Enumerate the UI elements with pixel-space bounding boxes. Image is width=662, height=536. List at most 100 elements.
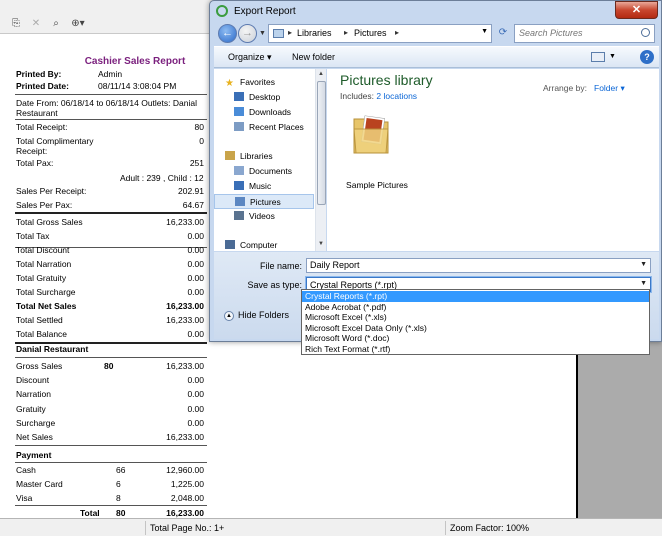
nav-item-downloads[interactable]: Downloads [214, 105, 314, 120]
folder-icon[interactable] [351, 113, 391, 157]
nav-item-label: Computer [240, 240, 278, 250]
total-row-value: 0.00 [187, 273, 204, 283]
documents-icon [234, 166, 244, 175]
divider [15, 357, 207, 358]
recent-locations-dropdown[interactable]: ▼ [259, 30, 266, 37]
save-as-type-label: Save as type: [247, 280, 302, 290]
arrange-by-label: Arrange by: [543, 83, 587, 93]
payment-row-label: Cash [16, 465, 36, 475]
breadcrumb-separator-icon[interactable]: ▸ [344, 28, 348, 37]
nav-item-pictures[interactable]: Pictures [214, 194, 314, 209]
breadcrumb-separator-icon[interactable]: ▸ [288, 28, 292, 37]
date-range-line2: Restaurant [16, 108, 58, 118]
sample-pictures-label[interactable]: Sample Pictures [337, 180, 417, 190]
total-row-value: 0.00 [187, 259, 204, 269]
pictures-icon [235, 197, 245, 206]
outlet-row-value: 16,233.00 [166, 432, 204, 442]
nav-item-desktop[interactable]: Desktop [214, 90, 314, 105]
locations-link[interactable]: 2 locations [376, 91, 417, 101]
nav-item-recent-places[interactable]: Recent Places [214, 120, 314, 135]
nav-item-libraries[interactable]: Libraries [214, 149, 314, 164]
forward-button[interactable]: → [238, 24, 257, 43]
nav-item-computer[interactable]: Computer [214, 238, 314, 253]
file-name-input[interactable] [310, 260, 630, 270]
file-type-option[interactable]: Microsoft Excel (*.xls) [302, 312, 649, 323]
find-icon[interactable]: ⌕ [50, 18, 62, 29]
nav-item-favorites[interactable]: ★ Favorites [214, 75, 314, 90]
outlet-row-value: 0.00 [187, 403, 204, 414]
computer-icon [225, 240, 235, 249]
total-row-label: Total Discount [16, 245, 70, 255]
breadcrumb-pictures[interactable]: Pictures [354, 28, 387, 38]
payment-total-value: 16,233.00 [166, 508, 204, 518]
help-icon[interactable]: ? [640, 50, 654, 64]
nav-item-videos[interactable]: Videos [214, 209, 314, 224]
view-dropdown-icon[interactable]: ▼ [609, 53, 616, 60]
file-type-option[interactable]: Microsoft Word (*.doc) [302, 333, 649, 344]
summary-row-label: Total Complimentary [16, 136, 94, 146]
dialog-titlebar[interactable]: Export Report ✕ [210, 1, 662, 23]
refresh-button[interactable]: ⟳ [496, 25, 510, 41]
zoom-icon[interactable]: ⊕▾ [68, 18, 88, 29]
file-name-field[interactable]: ▼ [306, 258, 651, 273]
file-type-option[interactable]: Crystal Reports (*.rpt) [302, 291, 649, 302]
collapse-icon[interactable]: ▲ [224, 311, 234, 321]
report-title: Cashier Sales Report [84, 56, 186, 67]
scroll-up-icon[interactable]: ▲ [318, 71, 324, 77]
search-icon[interactable] [641, 28, 650, 37]
nav-item-label: Desktop [249, 92, 281, 102]
summary-row-label: Total Pax: [16, 158, 54, 168]
search-input[interactable] [519, 28, 634, 38]
crystal-reports-icon [216, 5, 228, 17]
search-box[interactable] [514, 24, 655, 43]
total-pages-status: Total Page No.: 1+ [145, 521, 445, 535]
nav-item-label: Pictures [250, 197, 281, 207]
organize-button[interactable]: Organize ▾ [228, 52, 272, 63]
outlet-row-value: 0.00 [187, 389, 204, 400]
breadcrumb-libraries[interactable]: Libraries [297, 28, 332, 38]
scroll-thumb[interactable] [317, 81, 326, 205]
summary-row-label: Total Receipt: [16, 122, 68, 132]
address-bar[interactable]: ▸ Libraries ▸ Pictures ▸ ▼ [268, 24, 492, 43]
printed-date-value: 08/11/14 3:08:04 PM [98, 81, 177, 91]
back-button[interactable]: ← [218, 24, 237, 43]
navigation-bar: ← → ▼ ▸ Libraries ▸ Pictures ▸ ▼ ⟳ [214, 22, 659, 44]
close-button[interactable]: ✕ [615, 1, 658, 19]
summary-row-value: 80 [194, 122, 204, 132]
library-folder-icon [273, 29, 284, 38]
stat-row-value: 64.67 [182, 200, 204, 210]
outlet-row-value: 16,233.00 [166, 361, 204, 371]
file-type-option[interactable]: Rich Text Format (*.rtf) [302, 344, 649, 355]
total-row-label: Total Balance [16, 329, 68, 339]
nav-item-music[interactable]: Music [214, 179, 314, 194]
library-title: Pictures library [340, 72, 433, 88]
address-dropdown-icon[interactable]: ▼ [481, 28, 488, 35]
divider [15, 505, 207, 506]
scroll-down-icon[interactable]: ▼ [318, 241, 324, 247]
file-name-label: File name: [259, 261, 302, 271]
total-row-value: 0.00 [187, 231, 204, 241]
new-folder-button[interactable]: New folder [292, 52, 335, 62]
stat-row-label: Sales Per Receipt: [16, 186, 87, 196]
total-row-label: Total Net Sales [16, 301, 77, 311]
payment-row-value: 1,225.00 [170, 479, 204, 489]
hide-folders-button[interactable]: Hide Folders [238, 310, 289, 320]
export-icon[interactable]: ⎘ [10, 18, 22, 29]
pax-detail: Adult : 239 , Child : 12 [120, 173, 204, 183]
chevron-down-icon[interactable]: ▼ [640, 261, 647, 268]
total-row-value: 16,233.00 [166, 315, 204, 325]
chevron-down-icon[interactable]: ▼ [640, 280, 647, 287]
nav-item-label: Music [249, 181, 272, 191]
file-type-option[interactable]: Microsoft Excel Data Only (*.xls) [302, 323, 649, 334]
change-view-icon[interactable] [591, 52, 605, 62]
nav-item-label: Documents [249, 166, 292, 176]
nav-scrollbar[interactable]: ▲ ▼ [315, 69, 326, 251]
nav-item-documents[interactable]: Documents [214, 164, 314, 179]
zoom-status: Zoom Factor: 100% [445, 521, 655, 535]
breadcrumb-separator-icon[interactable]: ▸ [395, 28, 399, 37]
file-type-option[interactable]: Adobe Acrobat (*.pdf) [302, 302, 649, 313]
arrange-by-dropdown[interactable]: Folder ▾ [594, 83, 625, 94]
status-bar: Total Page No.: 1+ Zoom Factor: 100% [0, 518, 662, 536]
close-view-icon[interactable]: ✕ [30, 18, 42, 29]
outlet-heading: Danial Restaurant [16, 344, 89, 354]
